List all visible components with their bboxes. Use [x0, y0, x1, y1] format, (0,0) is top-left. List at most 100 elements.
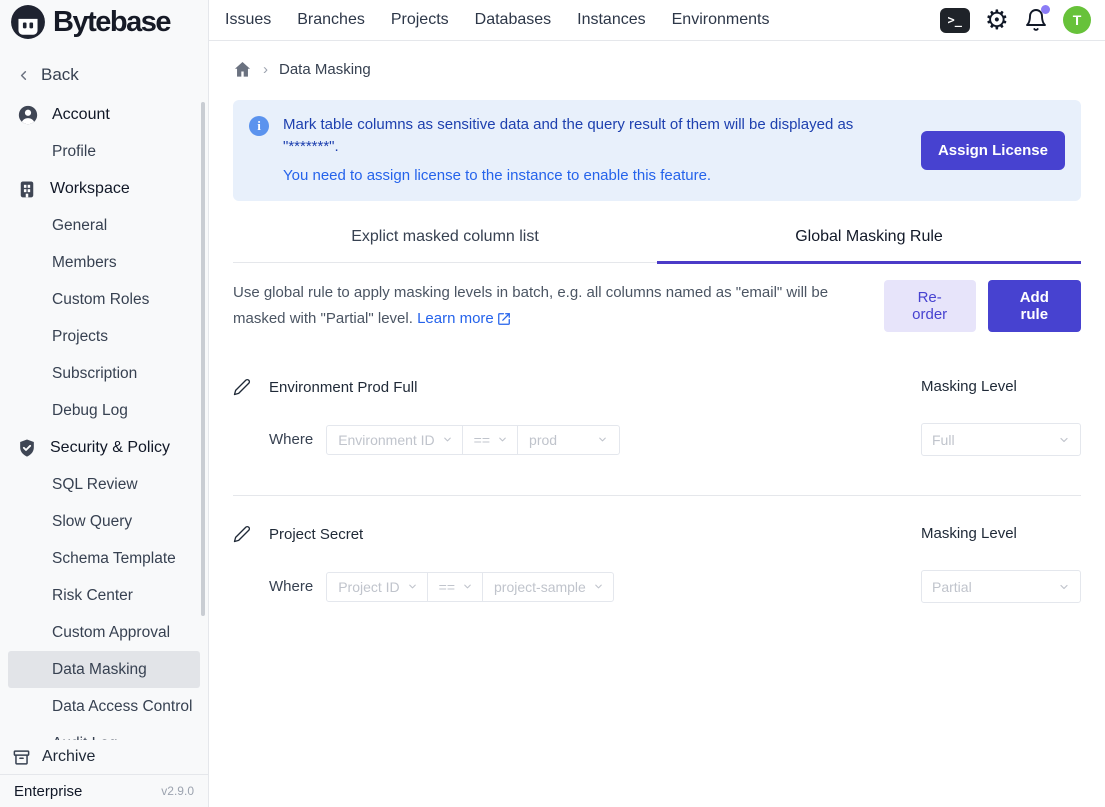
sidebar-item-custom-approval[interactable]: Custom Approval [0, 614, 208, 651]
rule-title: Environment Prod Full [269, 379, 417, 396]
sidebar-item-archive[interactable]: Archive [0, 740, 208, 774]
sidebar-item-custom-roles[interactable]: Custom Roles [0, 281, 208, 318]
chevron-down-icon [1058, 581, 1070, 593]
home-icon[interactable] [233, 60, 252, 79]
nav-environments[interactable]: Environments [672, 11, 770, 29]
bytebase-logo-icon [10, 4, 46, 40]
chevron-down-icon [497, 434, 508, 445]
top-header: Issues Branches Projects Databases Insta… [209, 0, 1105, 41]
sidebar-section-workspace: Workspace [0, 170, 208, 207]
sidebar-item-subscription[interactable]: Subscription [0, 355, 208, 392]
chevron-down-icon [593, 581, 604, 592]
condition-value-select[interactable]: project-sample [482, 572, 614, 602]
sidebar-item-sql-review[interactable]: SQL Review [0, 466, 208, 503]
brand-logo[interactable]: Bytebase [0, 0, 208, 44]
condition-expression: Project ID == project-sample [326, 572, 614, 602]
rule-title: Project Secret [269, 526, 363, 543]
gear-icon[interactable]: ⚙ [985, 7, 1009, 34]
sidebar-item-audit-log[interactable]: Audit Log [0, 725, 208, 740]
chevron-down-icon [442, 434, 453, 445]
where-label: Where [269, 431, 313, 448]
sidebar-section-security: Security & Policy [0, 429, 208, 466]
masking-level-label: Masking Level [921, 525, 1017, 542]
sidebar-item-debug-log[interactable]: Debug Log [0, 392, 208, 429]
masking-level-select[interactable]: Partial [921, 570, 1081, 603]
chevron-down-icon [597, 434, 608, 445]
archive-icon [12, 748, 31, 767]
condition-value-select[interactable]: prod [517, 425, 620, 455]
banner-text: Mark table columns as sensitive data and… [283, 114, 901, 187]
condition-field-select[interactable]: Environment ID [326, 425, 462, 455]
plan-label: Enterprise [14, 783, 82, 800]
sidebar-item-risk-center[interactable]: Risk Center [0, 577, 208, 614]
settings-sidebar: Bytebase Back Account Profile [0, 0, 209, 807]
nav-branches[interactable]: Branches [297, 11, 365, 29]
reorder-button[interactable]: Re-order [884, 280, 976, 332]
section-label: Account [52, 106, 110, 124]
chevron-down-icon [462, 581, 473, 592]
page-content: › Data Masking i Mark table columns as s… [209, 41, 1105, 807]
notification-dot [1041, 5, 1050, 14]
edit-pencil-icon[interactable] [233, 378, 251, 396]
rules-buttons: Re-order Add rule [884, 280, 1081, 332]
assign-license-button[interactable]: Assign License [921, 131, 1065, 170]
nav-projects[interactable]: Projects [391, 11, 449, 29]
tab-explicit-masked-column-list[interactable]: Explict masked column list [233, 228, 657, 264]
sidebar-item-slow-query[interactable]: Slow Query [0, 503, 208, 540]
banner-line2: You need to assign license to the instan… [283, 165, 901, 187]
info-icon: i [249, 116, 269, 136]
sidebar-footer: Enterprise v2.9.0 [0, 774, 208, 807]
back-label: Back [41, 65, 79, 85]
masking-tabs: Explict masked column list Global Maskin… [233, 228, 1081, 263]
top-nav: Issues Branches Projects Databases Insta… [217, 11, 769, 29]
chevron-down-icon [407, 581, 418, 592]
external-link-icon [497, 312, 511, 326]
add-rule-button[interactable]: Add rule [988, 280, 1081, 332]
section-label: Workspace [50, 180, 130, 198]
sidebar-item-general[interactable]: General [0, 207, 208, 244]
main-area: Issues Branches Projects Databases Insta… [209, 0, 1105, 807]
avatar[interactable]: T [1063, 6, 1091, 34]
condition-expression: Environment ID == prod [326, 425, 620, 455]
sidebar-scroll-area: Back Account Profile [0, 44, 208, 740]
chevron-left-icon [16, 68, 31, 83]
building-icon [17, 179, 37, 199]
nav-issues[interactable]: Issues [225, 11, 271, 29]
back-button[interactable]: Back [0, 54, 208, 96]
rules-description-text: Use global rule to apply masking levels … [233, 284, 828, 327]
version-label: v2.9.0 [161, 784, 194, 798]
learn-more-link[interactable]: Learn more [417, 306, 511, 332]
sql-editor-icon[interactable]: >_ [940, 8, 970, 33]
rule-row: Project Secret Masking Level [233, 525, 1081, 543]
header-actions: >_ ⚙ T [940, 6, 1091, 34]
sidebar-item-profile[interactable]: Profile [0, 133, 208, 170]
condition-operator-select[interactable]: == [427, 572, 483, 602]
notifications-button[interactable] [1024, 8, 1048, 32]
tab-global-masking-rule[interactable]: Global Masking Rule [657, 228, 1081, 264]
sidebar-item-members[interactable]: Members [0, 244, 208, 281]
rule-condition-row: Where Environment ID == prod [233, 423, 1081, 456]
section-label: Security & Policy [50, 439, 170, 457]
masking-level-select[interactable]: Full [921, 423, 1081, 456]
chevron-down-icon [1058, 434, 1070, 446]
user-icon [17, 104, 39, 126]
sidebar-item-projects[interactable]: Projects [0, 318, 208, 355]
license-info-banner: i Mark table columns as sensitive data a… [233, 100, 1081, 201]
sidebar-item-data-masking[interactable]: Data Masking [8, 651, 200, 688]
app-window: Bytebase Back Account Profile [0, 0, 1105, 807]
condition-field-select[interactable]: Project ID [326, 572, 427, 602]
shield-check-icon [17, 438, 37, 458]
condition-operator-select[interactable]: == [462, 425, 518, 455]
nav-instances[interactable]: Instances [577, 11, 645, 29]
archive-label: Archive [42, 748, 95, 766]
banner-line1: Mark table columns as sensitive data and… [283, 114, 901, 158]
rule-condition-row: Where Project ID == project-sample [233, 570, 1081, 603]
sidebar-item-data-access-control[interactable]: Data Access Control [0, 688, 208, 725]
sidebar-item-schema-template[interactable]: Schema Template [0, 540, 208, 577]
nav-databases[interactable]: Databases [475, 11, 552, 29]
edit-pencil-icon[interactable] [233, 525, 251, 543]
sidebar-scrollbar[interactable] [201, 102, 205, 616]
rules-header: Use global rule to apply masking levels … [233, 280, 1081, 332]
masking-level-label: Masking Level [921, 378, 1017, 395]
sidebar-section-account: Account [0, 96, 208, 133]
